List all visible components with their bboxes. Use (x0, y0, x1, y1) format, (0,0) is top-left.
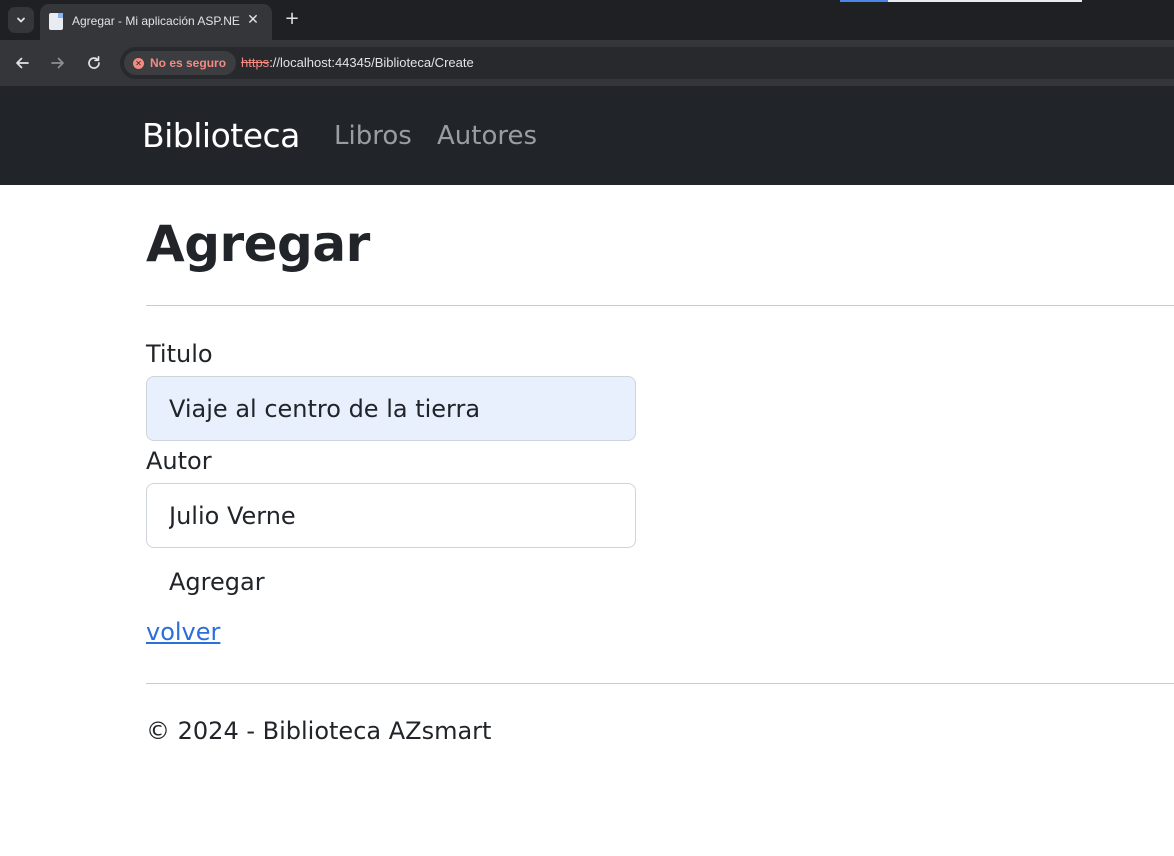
agregar-button[interactable]: Agregar (146, 558, 288, 606)
url-scheme: https (241, 55, 270, 70)
browser-tab[interactable]: Agregar - Mi aplicación ASP.NET Core ✕ (40, 4, 272, 40)
warning-circle-icon: ✕ (133, 57, 144, 69)
nav-link-autores[interactable]: Autores (437, 121, 537, 151)
autor-label: Autor (146, 447, 212, 475)
arrow-right-icon (51, 57, 64, 69)
url-text[interactable]: https://localhost:44345/Biblioteca/Creat… (241, 55, 474, 70)
chevron-down-icon (17, 17, 25, 23)
plus-icon[interactable]: + (281, 8, 303, 30)
browser-tab-strip: Agregar - Mi aplicación ASP.NET Core ✕ + (0, 0, 1174, 40)
divider (146, 305, 1174, 306)
page-title: Agregar (146, 215, 370, 273)
back-button[interactable] (10, 51, 34, 75)
forward-button[interactable] (46, 51, 70, 75)
reload-button[interactable] (82, 51, 106, 75)
volver-link[interactable]: volver (146, 618, 220, 646)
tab-title: Agregar - Mi aplicación ASP.NET Core (72, 14, 240, 28)
close-icon[interactable]: ✕ (244, 11, 262, 29)
titulo-input[interactable] (146, 376, 636, 441)
reload-icon (88, 55, 100, 69)
security-chip[interactable]: ✕ No es seguro (124, 51, 237, 75)
address-bar[interactable]: ✕ No es seguro https://localhost:44345/B… (120, 47, 1174, 79)
window-decoration (840, 0, 888, 2)
window-decoration (888, 0, 1082, 2)
navbar-brand[interactable]: Biblioteca (142, 116, 300, 155)
footer-divider (146, 683, 1174, 684)
titulo-label: Titulo (146, 340, 213, 368)
nav-link-libros[interactable]: Libros (334, 121, 412, 151)
arrow-left-icon (16, 57, 29, 69)
autor-input[interactable] (146, 483, 636, 548)
tab-search-button[interactable] (8, 7, 34, 33)
url-rest: ://localhost:44345/Biblioteca/Create (269, 55, 474, 70)
footer-copyright: © 2024 - Biblioteca AZsmart (146, 717, 492, 745)
security-chip-label: No es seguro (150, 56, 227, 70)
site-navbar: Biblioteca Libros Autores (0, 86, 1174, 185)
page-icon (49, 13, 63, 30)
browser-toolbar: ✕ No es seguro https://localhost:44345/B… (0, 40, 1174, 86)
